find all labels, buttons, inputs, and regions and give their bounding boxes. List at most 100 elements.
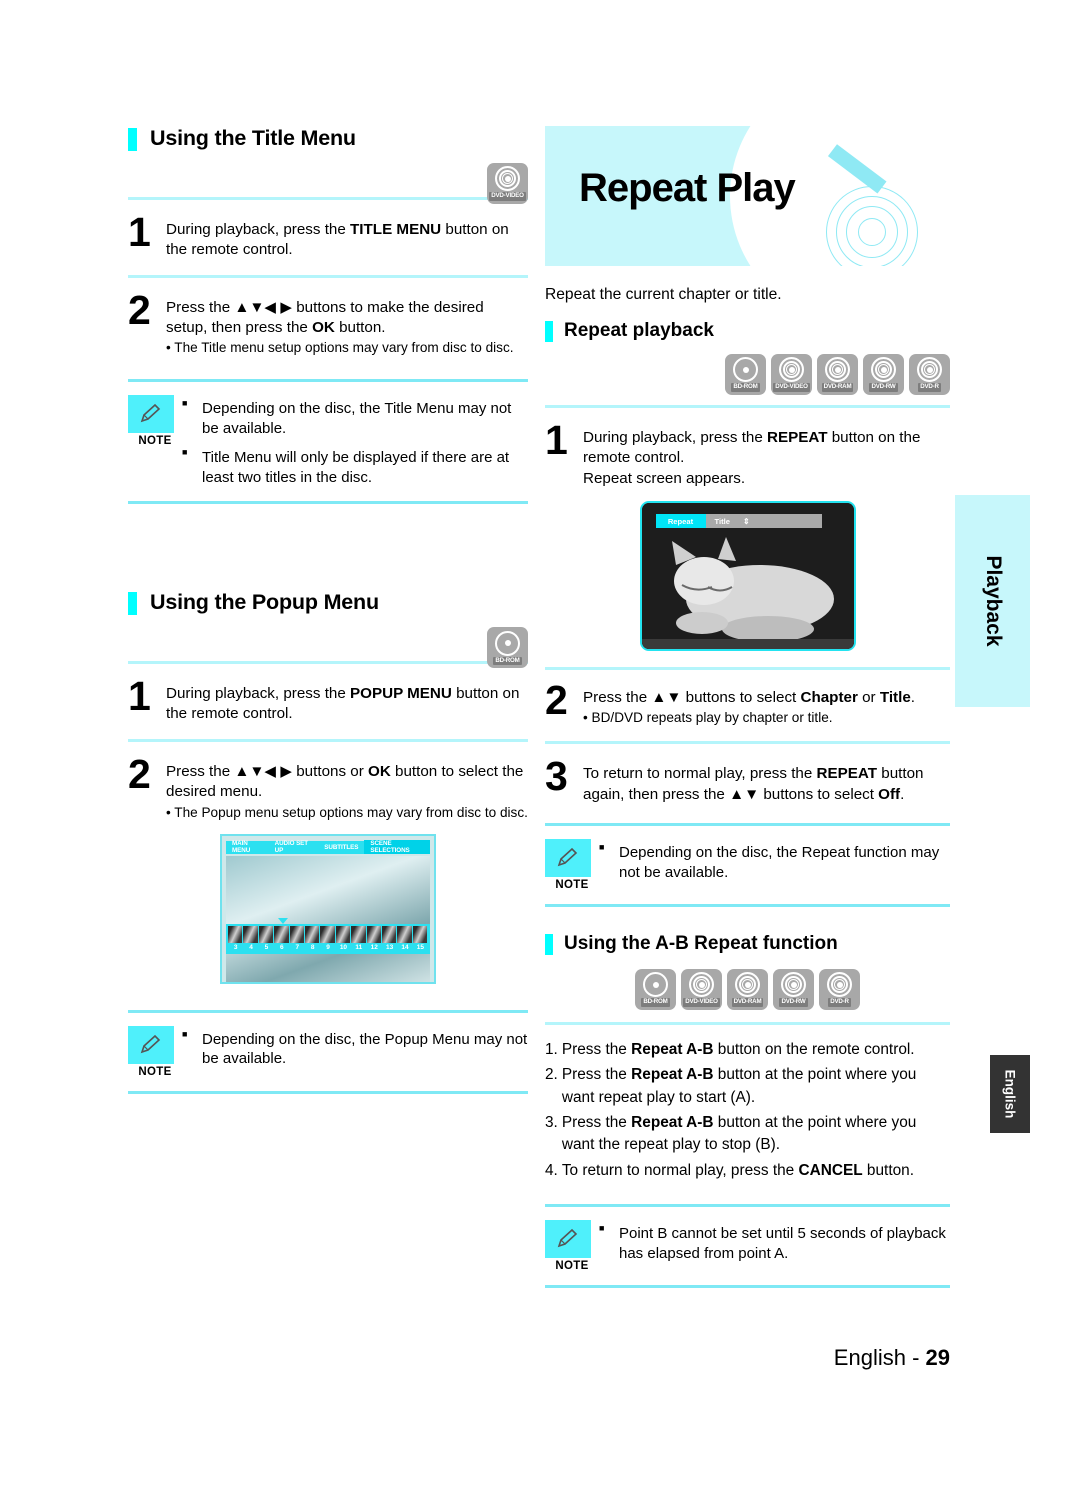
disc-icon-row-ab-repeat: BD-ROM DVD-VIDEO DVD-RAM DVD-RW DVD-R: [545, 969, 950, 1011]
disc-ring-icon: [733, 357, 758, 383]
pencil-icon: [545, 839, 591, 878]
disc-icon-dvd-rw: DVD-RW: [863, 354, 904, 395]
scene-number: 5: [264, 943, 269, 951]
disc-ring-icon: [827, 972, 852, 998]
step-text: Press the ▲▼ buttons to select Chapter o…: [583, 689, 916, 726]
step-number: 1: [128, 673, 151, 720]
side-tab-playback: Playback: [955, 495, 1030, 707]
note-list: Point B cannot be set until 5 seconds of…: [599, 1220, 950, 1264]
heading-text: Repeat playback: [564, 320, 714, 341]
disc-icon-dvd-video: DVD-VIDEO: [487, 163, 528, 204]
note-label: NOTE: [555, 879, 589, 892]
disc-ring-icon: [871, 357, 896, 383]
scene-numbers: 3 4 5 6 7 8 9 10 11 12 13 14 15: [228, 943, 428, 953]
divider: [128, 738, 528, 742]
divider: [545, 1022, 950, 1026]
disc-label: BD-ROM: [731, 383, 760, 392]
disc-icon-dvd-rw: DVD-RW: [773, 969, 814, 1011]
divider: [128, 661, 528, 665]
disc-label: DVD-RW: [869, 383, 898, 392]
page-banner: Repeat Play: [545, 126, 950, 266]
menu-tab-scene-selections: SCENE SELECTIONS: [364, 840, 430, 854]
disc-label: DVD-R: [828, 998, 851, 1007]
scene-number: 3: [233, 943, 238, 951]
section-heading-repeat-playback: Repeat playback: [545, 320, 950, 342]
divider: [545, 667, 950, 671]
step-1-repeat: 1 During playback, press the REPEAT butt…: [545, 420, 950, 489]
disc-ring-icon: [781, 972, 806, 998]
heading-accent-bar: [128, 128, 137, 151]
step-3-repeat: 3 To return to normal play, press the RE…: [545, 753, 950, 805]
disc-icon-dvd-r: DVD-R: [819, 969, 860, 1011]
divider: [545, 405, 950, 408]
step-2-repeat: 2 Press the ▲▼ buttons to select Chapter…: [545, 680, 950, 727]
note-label: NOTE: [138, 435, 172, 448]
list-item: 4. To return to normal play, press the C…: [545, 1161, 914, 1179]
repeat-osd-bar: Repeat Title ⇕: [655, 514, 822, 529]
step-1-popup-menu: 1 During playback, press the POPUP MENU …: [128, 673, 528, 725]
disc-ring-icon: [495, 630, 520, 656]
step-subnote: • The Popup menu setup options may vary …: [166, 804, 528, 820]
disc-label: DVD-VIDEO: [773, 383, 810, 392]
step-number: 3: [545, 753, 568, 800]
divider: [545, 741, 950, 745]
disc-icon-dvd-video: DVD-VIDEO: [681, 969, 722, 1011]
disc-label: DVD-R: [918, 383, 941, 392]
manual-page: Using the Title Menu DVD-VIDEO 1 During …: [0, 0, 1080, 1487]
osd-value: Title: [714, 516, 730, 526]
note-divider-top: [545, 1204, 950, 1208]
divider: [128, 197, 528, 200]
side-tab-label: Playback: [981, 555, 1005, 647]
disc-ring-icon: [825, 357, 850, 383]
list-item: 1. Press the Repeat A-B button on the re…: [545, 1041, 915, 1059]
disc-icon-dvd-r: DVD-R: [909, 354, 950, 395]
disc-icon-bd-rom: BD-ROM: [635, 969, 676, 1011]
step-subnote: • The Title menu setup options may vary …: [166, 340, 514, 356]
menu-tab-bar: MAIN MENU AUDIO SET UP SUBTITLES SCENE S…: [226, 840, 430, 854]
step-2-popup-menu: 2 Press the ▲▼◀ ▶ buttons or OK button t…: [128, 754, 528, 822]
heading-text: Using the Popup Menu: [150, 590, 379, 615]
section-heading-title-menu: Using the Title Menu: [128, 126, 528, 151]
scene-number: 13: [385, 943, 394, 951]
pencil-icon: [545, 1220, 591, 1259]
note-label: NOTE: [555, 1260, 589, 1273]
section-heading-ab-repeat: Using the A-B Repeat function: [545, 933, 950, 955]
scene-thumbnail-strip: 3 4 5 6 7 8 9 10 11 12 13 14 15: [226, 923, 430, 954]
note-box-ab-repeat: NOTE Point B cannot be set until 5 secon…: [545, 1220, 950, 1272]
disc-icon-dvd-ram: DVD-RAM: [817, 354, 858, 395]
note-list: Depending on the disc, the Repeat functi…: [599, 839, 950, 883]
thumbnails: [228, 925, 428, 943]
disc-icon-row-repeat: BD-ROM DVD-VIDEO DVD-RAM DVD-RW DVD-R: [545, 354, 950, 395]
disc-icon-dvd-ram: DVD-RAM: [727, 969, 768, 1011]
popup-menu-screenshot: MAIN MENU AUDIO SET UP SUBTITLES SCENE S…: [220, 833, 436, 984]
note-badge: NOTE: [545, 1220, 599, 1272]
note-item: Point B cannot be set until 5 seconds of…: [599, 1223, 950, 1264]
page-title: Repeat Play: [579, 166, 796, 210]
step-2-title-menu: 2 Press the ▲▼◀ ▶ buttons to make the de…: [128, 289, 528, 358]
note-box-title-menu: NOTE Depending on the disc, the Title Me…: [128, 395, 528, 488]
note-divider-bottom: [128, 501, 528, 505]
scene-number: 11: [355, 943, 363, 951]
disc-label: DVD-RAM: [731, 998, 764, 1007]
up-down-arrow-icon: ⇕: [742, 516, 750, 526]
scene-number: 12: [370, 943, 378, 951]
disc-label: DVD-RW: [779, 998, 808, 1007]
heading-text: Using the Title Menu: [150, 126, 356, 150]
menu-tab-main-menu: MAIN MENU: [232, 840, 251, 854]
right-column: Repeat Play Repeat the current chapter o…: [545, 126, 950, 1289]
list-item: 2. Press the Repeat A-B button at the po…: [545, 1066, 917, 1106]
scene-number: 14: [401, 943, 409, 951]
step-text: During playback, press the TITLE MENU bu…: [166, 221, 509, 259]
step-text: To return to normal play, press the REPE…: [583, 765, 924, 803]
divider: [128, 274, 528, 278]
section-heading-popup-menu: Using the Popup Menu: [128, 590, 528, 616]
step-text: During playback, press the POPUP MENU bu…: [166, 685, 520, 723]
note-divider-bottom: [545, 1285, 950, 1289]
disc-label: DVD-VIDEO: [489, 192, 526, 201]
heading-accent-bar: [128, 592, 137, 616]
disc-ring-icon: [689, 972, 714, 998]
disc-ring-icon: [495, 166, 520, 192]
scene-number: 10: [339, 943, 348, 951]
step-text: Press the ▲▼◀ ▶ buttons to make the desi…: [166, 294, 528, 358]
disc-ring-icon: [735, 972, 760, 998]
